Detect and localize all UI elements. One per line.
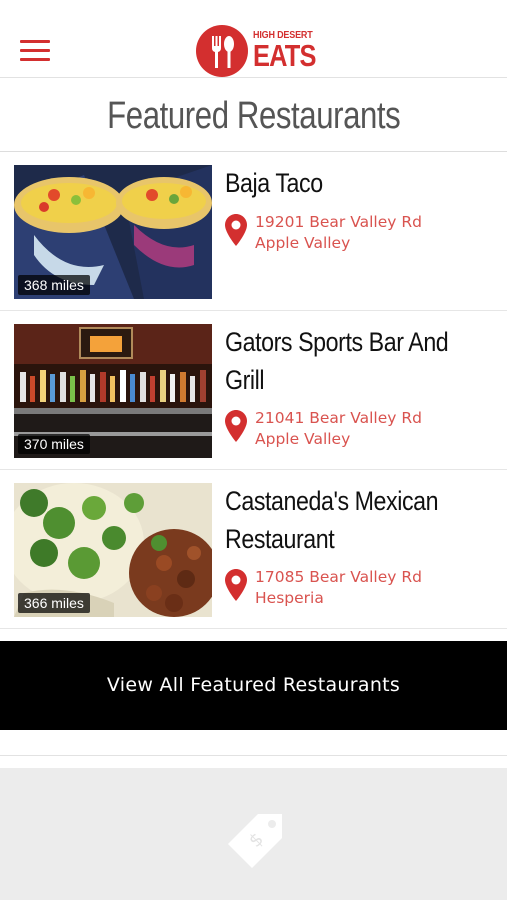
section-header: Featured Restaurants bbox=[0, 80, 507, 152]
view-all-featured-button[interactable]: View All Featured Restaurants bbox=[0, 641, 507, 730]
fork-spoon-logo-icon bbox=[196, 25, 248, 77]
address-text: 19201 Bear Valley Rd Apple Valley bbox=[255, 213, 422, 252]
address-text: 21041 Bear Valley Rd Apple Valley bbox=[255, 409, 422, 448]
restaurant-card[interactable]: 370 miles Gators Sports Bar And Grill 21… bbox=[0, 311, 507, 470]
restaurant-name[interactable]: Baja Taco bbox=[225, 164, 457, 202]
map-pin-icon bbox=[225, 410, 247, 442]
hamburger-menu-icon[interactable] bbox=[20, 40, 50, 62]
price-tag-icon: $ bbox=[228, 814, 282, 868]
page-title: Featured Restaurants bbox=[106, 95, 401, 137]
menu-bar bbox=[20, 58, 50, 61]
logo-wordmark: EATS bbox=[253, 38, 316, 73]
app-logo[interactable]: HIGH DESERT EATS bbox=[195, 24, 316, 80]
restaurant-photo: 370 miles bbox=[14, 324, 212, 458]
restaurant-card[interactable]: 368 miles Baja Taco 19201 Bear Valley Rd… bbox=[0, 152, 507, 311]
restaurant-photo: 368 miles bbox=[14, 165, 212, 299]
map-pin-icon bbox=[225, 569, 247, 601]
restaurant-card[interactable]: 366 miles Castaneda's Mexican Restaurant… bbox=[0, 470, 507, 629]
map-pin-icon bbox=[225, 214, 247, 246]
restaurant-photo: 366 miles bbox=[14, 483, 212, 617]
distance-badge: 370 miles bbox=[18, 434, 90, 454]
menu-bar bbox=[20, 49, 50, 52]
menu-bar bbox=[20, 40, 50, 43]
distance-badge: 368 miles bbox=[18, 275, 90, 295]
restaurant-name[interactable]: Gators Sports Bar And Grill bbox=[225, 323, 457, 399]
address-text: 17085 Bear Valley Rd Hesperia bbox=[255, 568, 422, 607]
app-header: HIGH DESERT EATS bbox=[0, 0, 507, 78]
distance-badge: 366 miles bbox=[18, 593, 90, 613]
divider bbox=[0, 755, 507, 756]
restaurant-name[interactable]: Castaneda's Mexican Restaurant bbox=[225, 482, 457, 558]
